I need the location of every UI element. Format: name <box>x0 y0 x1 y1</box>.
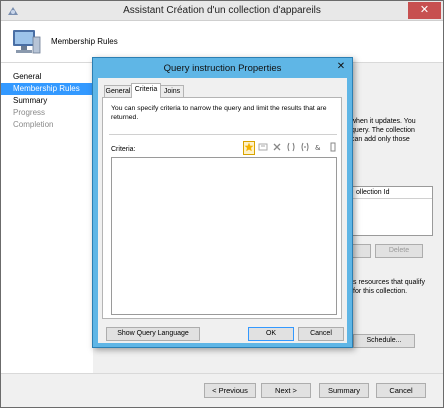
schedule-button[interactable]: Schedule... <box>353 334 415 348</box>
background-resources-line: s resources that qualify <box>353 279 425 286</box>
dialog-cancel-button[interactable]: Cancel <box>298 327 344 341</box>
tab-joins[interactable]: Joins <box>160 85 184 97</box>
wizard-nav: General Membership Rules Summary Progres… <box>1 63 93 373</box>
tab-criteria[interactable]: Criteria <box>131 83 161 98</box>
wizard-footer: < Previous Next > Summary Cancel <box>1 373 443 407</box>
criteria-tab-panel: You can specify criteria to narrow the q… <box>102 97 342 319</box>
tab-general[interactable]: General <box>104 85 132 97</box>
list-column-header[interactable]: ollection Id <box>350 187 432 199</box>
computer-icon <box>13 30 41 54</box>
criteria-description: You can specify criteria to narrow the q… <box>111 105 327 121</box>
delete-icon <box>271 141 283 155</box>
nav-item-general[interactable]: General <box>1 71 93 83</box>
cancel-button[interactable]: Cancel <box>376 383 426 398</box>
background-description-line: when it updates. You <box>351 118 416 125</box>
background-resources-line: for this collection. <box>353 288 408 295</box>
dialog-body: General Criteria Joins You can specify c… <box>98 78 347 343</box>
group-icon <box>285 141 297 155</box>
divider <box>109 134 337 135</box>
dialog-close-button[interactable]: ✕ <box>334 60 348 74</box>
wizard-page-title: Membership Rules <box>51 37 118 46</box>
criteria-label: Criteria: <box>111 146 136 153</box>
show-query-language-button[interactable]: Show Query Language <box>106 327 200 341</box>
ungroup-icon <box>299 141 311 155</box>
svg-text:&: & <box>315 144 321 152</box>
summary-button[interactable]: Summary <box>319 383 369 398</box>
background-description-line: can add only those <box>351 136 410 143</box>
nav-item-progress: Progress <box>13 108 46 117</box>
criteria-list[interactable] <box>111 157 337 315</box>
previous-button[interactable]: < Previous <box>204 383 256 398</box>
ok-button[interactable]: OK <box>248 327 294 341</box>
background-description-line: query. The collection <box>351 127 415 134</box>
wizard-close-button[interactable]: ✕ <box>408 2 441 19</box>
wizard-titlebar: Assistant Création d'un collection d'app… <box>1 1 443 21</box>
new-criterion-icon[interactable] <box>243 141 255 155</box>
membership-rules-list[interactable]: ollection Id <box>349 186 433 236</box>
move-icon <box>327 141 339 155</box>
app-icon <box>8 7 18 15</box>
nav-item-completion: Completion <box>13 120 54 129</box>
nav-item-summary[interactable]: Summary <box>1 95 93 107</box>
dialog-titlebar: Query instruction Properties ✕ <box>93 58 352 78</box>
properties-icon <box>257 141 269 155</box>
next-button[interactable]: Next > <box>261 383 311 398</box>
hidden-button[interactable] <box>351 244 371 258</box>
and-or-icon: & <box>313 141 325 155</box>
nav-item-membership-rules[interactable]: Membership Rules <box>1 83 93 95</box>
query-properties-dialog: Query instruction Properties ✕ General C… <box>92 57 353 348</box>
wizard-title: Assistant Création d'un collection d'app… <box>123 5 321 16</box>
dialog-title: Query instruction Properties <box>163 63 282 74</box>
delete-button: Delete <box>375 244 423 258</box>
